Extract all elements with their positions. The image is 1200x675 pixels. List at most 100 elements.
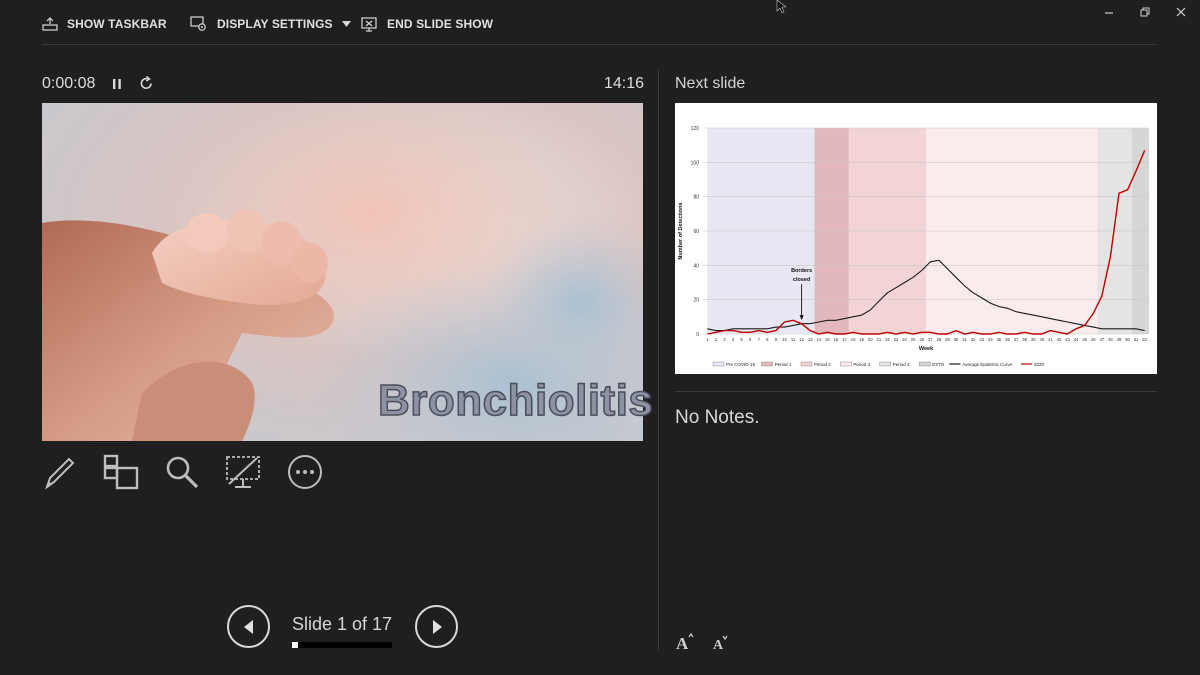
x-tick-label: 46 (1091, 337, 1096, 342)
svg-text:A: A (713, 638, 724, 652)
show-taskbar-button[interactable]: SHOW TASKBAR (42, 14, 167, 34)
y-tick-label: 60 (693, 229, 699, 235)
next-arrow-icon (432, 619, 442, 634)
x-tick-label: 41 (1048, 337, 1053, 342)
svg-text:A: A (676, 634, 689, 652)
mouse-cursor-icon (776, 0, 786, 14)
x-tick-label: 1 (706, 337, 709, 342)
x-tick-label: 28 (937, 337, 942, 342)
x-tick-label: 36 (1005, 337, 1010, 342)
next-slide-button[interactable] (415, 605, 458, 648)
legend-swatch-2 (800, 361, 813, 367)
x-tick-label: 11 (791, 337, 796, 342)
slide-title: Bronchiolitis (377, 375, 654, 426)
x-tick-label: 50 (1125, 337, 1130, 342)
x-tick-label: 20 (868, 337, 873, 342)
display-settings-label: DISPLAY SETTINGS (217, 17, 333, 31)
next-slide-heading: Next slide (675, 75, 746, 92)
x-tick-label: 2 (715, 337, 718, 342)
legend-label-6: Average Epidemic Curve (962, 362, 1012, 367)
close-icon[interactable] (1170, 4, 1192, 20)
black-screen-icon[interactable] (223, 452, 263, 492)
x-tick-label: 23 (894, 337, 899, 342)
x-tick-label: 32 (971, 337, 976, 342)
x-tick-label: 52 (1142, 337, 1147, 342)
see-all-slides-icon[interactable] (101, 452, 141, 492)
restore-icon[interactable] (1134, 4, 1156, 20)
x-tick-label: 51 (1134, 337, 1139, 342)
y-tick-label: 120 (691, 126, 700, 132)
x-tick-label: 14 (816, 337, 821, 342)
next-slide-preview[interactable]: 0 20 40 60 80 100 120 1 2 3 4 5 6 7 8 9 10 11 12 13 14 15 16 17… (675, 103, 1157, 374)
x-tick-label: 25 (911, 337, 916, 342)
zoom-icon[interactable] (162, 452, 202, 492)
y-axis-label: Number of Detections (678, 202, 684, 259)
x-tick-label: 27 (928, 337, 933, 342)
x-tick-label: 4 (732, 337, 735, 342)
legend-swatch-3 (840, 361, 852, 367)
x-tick-label: 22 (885, 337, 890, 342)
elapsed-timer: 0:00:08 (42, 75, 96, 92)
x-tick-label: 17 (842, 337, 847, 342)
x-tick-label: 42 (1057, 337, 1062, 342)
legend-swatch-5 (918, 361, 931, 367)
legend-label-7: 2020 (1034, 362, 1045, 367)
legend-label-0: Pre COVID-19 (726, 362, 756, 367)
x-tick-label: 40 (1039, 337, 1044, 342)
x-tick-label: 21 (876, 337, 881, 342)
y-tick-label: 40 (693, 263, 699, 269)
legend-swatch-1 (761, 361, 773, 367)
x-tick-label: 3 (723, 337, 726, 342)
display-settings-button[interactable]: DISPLAY SETTINGS (190, 14, 351, 34)
end-slide-show-label: END SLIDE SHOW (387, 17, 494, 31)
x-tick-label: 9 (775, 337, 778, 342)
annotation-line2: closed (793, 277, 810, 283)
slide-progress-fill (292, 642, 298, 648)
legend-swatch-4 (879, 361, 892, 367)
x-tick-label: 26 (919, 337, 924, 342)
y-tick-label: 100 (691, 160, 700, 166)
x-tick-label: 49 (1117, 337, 1122, 342)
x-tick-label: 33 (979, 337, 984, 342)
legend-label-5: EYTD (932, 362, 945, 367)
x-tick-label: 43 (1065, 337, 1070, 342)
more-options-icon[interactable] (285, 452, 325, 492)
x-tick-label: 38 (1022, 337, 1027, 342)
x-tick-label: 47 (1099, 337, 1104, 342)
pause-icon[interactable] (110, 77, 124, 91)
y-tick-label: 20 (693, 298, 699, 304)
pen-icon[interactable] (40, 452, 80, 492)
caret-down-icon (341, 21, 351, 27)
pane-divider (658, 70, 659, 650)
x-tick-label: 6 (749, 337, 752, 342)
end-slide-show-button[interactable]: END SLIDE SHOW (361, 14, 493, 34)
x-tick-label: 15 (825, 337, 830, 342)
x-axis-label: Week (919, 346, 934, 352)
previous-slide-button[interactable] (227, 605, 270, 648)
y-tick-label: 0 (696, 332, 699, 338)
legend-label-1: Period 1 (775, 362, 792, 367)
notes-divider (675, 391, 1157, 392)
x-tick-label: 39 (1031, 337, 1036, 342)
restart-timer-icon[interactable] (139, 75, 154, 91)
clock-time: 14:16 (604, 75, 645, 92)
previous-arrow-icon (243, 619, 253, 634)
x-tick-label: 7 (758, 337, 761, 342)
x-tick-label: 19 (859, 337, 864, 342)
minimize-icon[interactable] (1098, 4, 1120, 20)
x-tick-label: 37 (1014, 337, 1019, 342)
x-tick-label: 48 (1108, 337, 1113, 342)
decrease-font-icon[interactable]: A (712, 634, 732, 654)
legend-swatch-0 (712, 361, 725, 367)
x-tick-label: 10 (782, 337, 787, 342)
x-tick-label: 29 (945, 337, 950, 342)
increase-font-icon[interactable]: A (675, 632, 697, 654)
show-taskbar-label: SHOW TASKBAR (67, 17, 167, 31)
x-tick-label: 35 (997, 337, 1002, 342)
x-tick-label: 30 (954, 337, 959, 342)
x-tick-label: 45 (1082, 337, 1087, 342)
end-show-icon (361, 16, 377, 32)
slide-counter: Slide 1 of 17 (292, 614, 393, 634)
annotation-line1: Borders (791, 268, 812, 274)
display-settings-icon (190, 16, 206, 31)
